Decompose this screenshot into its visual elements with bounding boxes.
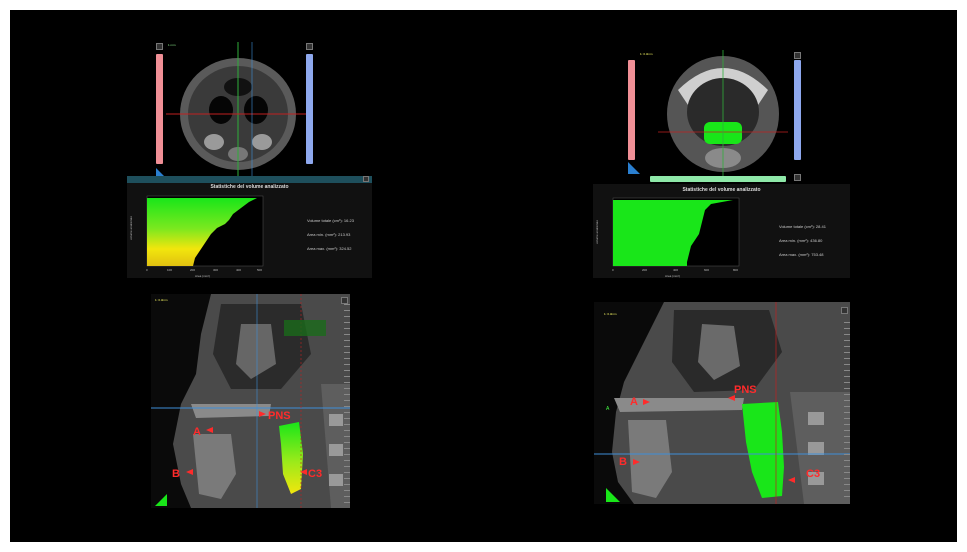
figure-frame: 1 mm Statistiche del volume analizzato v… [10,10,957,542]
right-c3-arrow [788,477,795,483]
right-a-arrow [643,399,650,405]
right-b-arrow [633,459,640,465]
right-landmark-arrows [633,395,795,483]
right-pns-arrow [728,395,735,401]
